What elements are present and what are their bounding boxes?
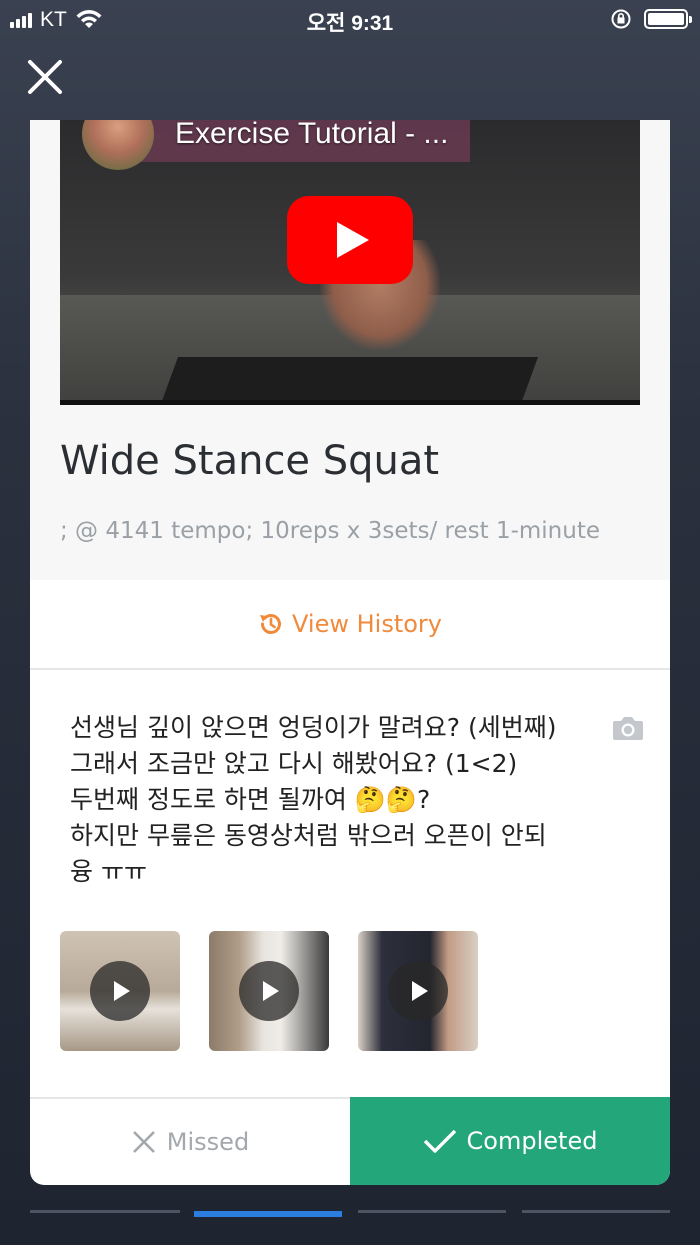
page-indicator [30, 1210, 670, 1220]
note-line: 그래서 조금만 앉고 다시 해봤어요? (1<2) [70, 749, 518, 778]
view-history-button[interactable]: View History [30, 580, 670, 670]
orientation-lock-icon [611, 9, 631, 29]
x-icon [132, 1131, 155, 1153]
note-line: 하지만 무릎은 동영상처럼 밖으러 오픈이 안되 [70, 821, 547, 850]
note-line: 융 ㅠㅠ [70, 857, 147, 886]
close-icon[interactable] [22, 54, 68, 100]
video-thumbnail[interactable] [60, 931, 180, 1051]
exercise-subtitle: ; @ 4141 tempo; 10reps x 3sets/ rest 1-m… [60, 518, 600, 544]
channel-avatar[interactable] [82, 120, 154, 170]
camera-icon[interactable] [612, 714, 644, 742]
missed-label: Missed [166, 1128, 250, 1156]
history-icon [260, 614, 281, 634]
play-icon [239, 961, 299, 1021]
play-icon [388, 961, 448, 1021]
battery-icon [644, 9, 692, 29]
video-mat [161, 357, 539, 401]
video-thumbnail[interactable] [358, 931, 478, 1051]
page-dot[interactable] [522, 1210, 670, 1213]
completed-button[interactable]: Completed [350, 1097, 670, 1185]
youtube-play-icon[interactable] [287, 196, 413, 284]
play-icon [90, 961, 150, 1021]
action-bar: Missed Completed [30, 1097, 670, 1185]
note-line: 선생님 깊이 앉으면 엉덩이가 말려요? (세번째) [70, 713, 557, 742]
video-title[interactable]: Exercise Tutorial - ... [175, 120, 448, 151]
status-bar: KT 오전 9:31 [0, 0, 700, 40]
missed-button[interactable]: Missed [30, 1099, 350, 1185]
page-dot-active[interactable] [194, 1211, 342, 1217]
exercise-title: Wide Stance Squat [60, 438, 440, 484]
exercise-card: Exercise Tutorial - ... Wide Stance Squa… [30, 120, 670, 1185]
page-dot[interactable] [358, 1210, 506, 1213]
view-history-label: View History [292, 610, 442, 638]
video-thumbnail[interactable] [209, 931, 329, 1051]
checkmark-icon [423, 1129, 456, 1153]
note-line: 두번째 정도로 하면 될까여 🤔🤔? [70, 785, 431, 814]
exercise-header: Exercise Tutorial - ... Wide Stance Squa… [30, 120, 670, 580]
client-note: 선생님 깊이 앉으면 엉덩이가 말려요? (세번째) 그래서 조금만 앉고 다시… [70, 710, 590, 890]
page-dot[interactable] [30, 1210, 180, 1213]
status-time: 오전 9:31 [306, 12, 394, 35]
status-right [610, 8, 692, 30]
completed-label: Completed [466, 1127, 598, 1155]
video-player[interactable]: Exercise Tutorial - ... [60, 120, 640, 405]
video-progress-track [60, 400, 640, 405]
